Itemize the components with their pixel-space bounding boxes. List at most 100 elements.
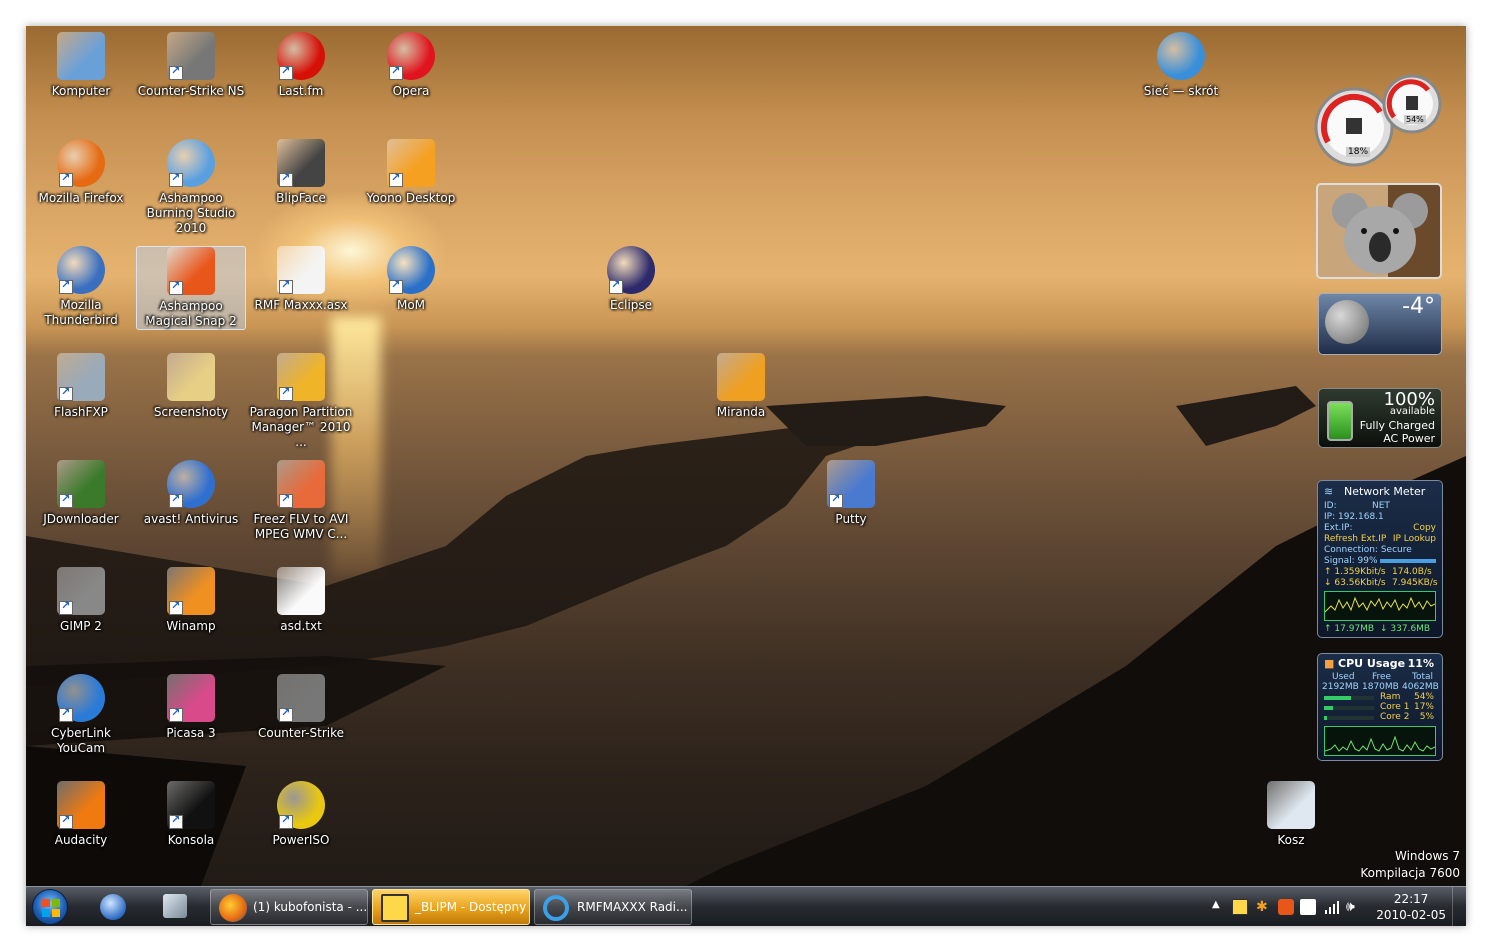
thunderbird-icon — [57, 246, 105, 294]
cpu-meter-gadget[interactable]: 18% 54% — [1314, 72, 1444, 172]
desktop-icon-label: BlipFace — [276, 191, 326, 205]
desktop-icon-blipface[interactable]: BlipFace — [246, 139, 356, 206]
desktop-icon-opera[interactable]: Opera — [356, 32, 466, 99]
task-ie[interactable]: RMFMAXXX Radi... — [534, 889, 692, 925]
core1-bar-fill — [1324, 706, 1333, 710]
shortcut-arrow-icon — [279, 171, 293, 187]
desktop-icon-mozilla-thunderbird[interactable]: Mozilla Thunderbird — [26, 246, 136, 328]
battery-gadget[interactable]: 100% available Fully Charged AC Power — [1318, 388, 1442, 448]
desktop-icon-poweriso[interactable]: PowerISO — [246, 781, 356, 848]
desktop-icon-audacity[interactable]: Audacity — [26, 781, 136, 848]
desktop-icon-label: Audacity — [54, 833, 108, 847]
desktop-icon-freez-flv-to-avi-mpeg-wmv-c[interactable]: Freez FLV to AVI MPEG WMV C... — [246, 460, 356, 542]
cpu-usage-gadget[interactable]: ■ CPU Usage 11% Used Free Total 2192MB 1… — [1317, 653, 1443, 761]
yoono-tray-icon[interactable]: ✱ — [1256, 899, 1272, 915]
network-title: Network Meter — [1344, 485, 1426, 498]
task-firefox[interactable]: (1) kubofonista - ... — [210, 889, 368, 925]
desktop-icon-sie-skr-t[interactable]: Sieć — skrót — [1126, 32, 1236, 99]
pinned-thunderbird[interactable] — [92, 891, 134, 923]
desktop-icon-kosz[interactable]: Kosz — [1236, 781, 1346, 848]
volume-icon[interactable]: 🕪 — [1346, 899, 1362, 915]
show-hidden-icons[interactable]: ▲ — [1212, 899, 1228, 915]
snap-icon — [167, 247, 215, 295]
pinned-flashfxp[interactable] — [154, 891, 196, 923]
task-blipm-label: _BLIPM - Dostępny — [415, 900, 527, 914]
desktop-icon-label: Last.fm — [278, 84, 324, 98]
network-signal: Signal: 99% — [1324, 556, 1378, 566]
recycle-bin-icon — [1267, 781, 1315, 829]
desktop-icon-counter-strike[interactable]: Counter-Strike — [246, 674, 356, 741]
snap-tray-icon[interactable] — [1278, 899, 1294, 915]
desktop-icon-label: Picasa 3 — [166, 726, 216, 740]
desktop-icon-paragon-partition-manager-2010[interactable]: Paragon Partition Manager™ 2010 ... — [246, 353, 356, 450]
computer-icon — [57, 32, 105, 80]
battery-power: AC Power — [1383, 432, 1435, 445]
desktop-icon-label: JDownloader — [43, 512, 119, 526]
flashfxp-icon — [163, 894, 187, 918]
desktop-icon-rmf-maxxx-asx[interactable]: RMF Maxxx.asx — [246, 246, 356, 313]
desktop-icon-gimp-2[interactable]: GIMP 2 — [26, 567, 136, 634]
show-desktop-button[interactable] — [1452, 887, 1466, 926]
blipm-tray-icon[interactable] — [1232, 899, 1248, 915]
desktop-icon-ashampoo-burning-studio-2010[interactable]: Ashampoo Burning Studio 2010 — [136, 139, 246, 236]
desktop-icon-konsola[interactable]: Konsola — [136, 781, 246, 848]
ip-lookup-link[interactable]: IP Lookup — [1393, 534, 1436, 544]
desktop-icon-asd-txt[interactable]: asd.txt — [246, 567, 356, 634]
network-connection: Connection: Secure — [1324, 545, 1412, 555]
desktop-icon-cyberlink-youcam[interactable]: CyberLink YouCam — [26, 674, 136, 756]
desktop-icon-yoono-desktop[interactable]: Yoono Desktop — [356, 139, 466, 206]
network-tray-icon[interactable] — [1324, 899, 1340, 915]
desktop-icon-counter-strike-ns[interactable]: Counter-Strike NS — [136, 32, 246, 99]
network-meter-gadget[interactable]: ≋ Network Meter ID: NET IP: 192.168.1 Ex… — [1317, 480, 1443, 638]
signal-bar — [1380, 559, 1436, 563]
desktop-icon-label: Freez FLV to AVI MPEG WMV C... — [253, 512, 349, 541]
desktop-icon-ashampoo-magical-snap-2[interactable]: Ashampoo Magical Snap 2 — [136, 246, 246, 330]
desktop-icon-label: Opera — [392, 84, 430, 98]
cpu-percent: 11% — [1407, 657, 1434, 670]
ashampoo-burning-icon — [167, 139, 215, 187]
desktop: Komputer Counter-Strike NS Last.fm Opera Sie… — [26, 26, 1466, 926]
free-value: 1870MB — [1362, 682, 1399, 692]
clock[interactable]: 22:17 2010-02-05 — [1376, 891, 1446, 923]
desktop-icon-mom[interactable]: MoM — [356, 246, 466, 313]
copy-link[interactable]: Copy — [1413, 523, 1436, 533]
slideshow-gadget[interactable] — [1316, 183, 1442, 279]
battery-status: Fully Charged — [1359, 419, 1435, 432]
core2-bar-fill — [1324, 716, 1327, 720]
refresh-ext-ip-link[interactable]: Refresh Ext.IP — [1324, 534, 1386, 544]
task-blipm[interactable]: _BLIPM - Dostępny — [372, 889, 530, 925]
desktop-icon-komputer[interactable]: Komputer — [26, 32, 136, 99]
desktop-icon-jdownloader[interactable]: JDownloader — [26, 460, 136, 527]
desktop-icon-last-fm[interactable]: Last.fm — [246, 32, 356, 99]
upload-rate: ↑ 1.359Kbit/s — [1324, 567, 1386, 577]
yoono-icon — [387, 139, 435, 187]
opera-icon — [387, 32, 435, 80]
shortcut-arrow-icon — [59, 278, 73, 294]
ram-bar-fill — [1324, 696, 1351, 700]
network-graph — [1324, 591, 1436, 621]
desktop-icon-putty[interactable]: Putty — [796, 460, 906, 527]
free-label: Free — [1372, 672, 1392, 682]
desktop-icon-eclipse[interactable]: Eclipse — [576, 246, 686, 313]
core2-bar — [1324, 716, 1374, 720]
desktop-icon-miranda[interactable]: Miranda — [686, 353, 796, 420]
desktop-icon-winamp[interactable]: Winamp — [136, 567, 246, 634]
cpu-graph — [1324, 726, 1436, 756]
desktop-icon-mozilla-firefox[interactable]: Mozilla Firefox — [26, 139, 136, 206]
weather-gadget[interactable]: -4° — [1318, 293, 1442, 355]
desktop-icon-label: Counter-Strike NS — [137, 84, 245, 98]
total-value: 4062MB — [1402, 682, 1439, 692]
start-button[interactable] — [32, 889, 68, 925]
clipboard-tray-icon[interactable] — [1300, 899, 1316, 915]
desktop-icon-label: Sieć — skrót — [1143, 84, 1219, 98]
shortcut-arrow-icon — [59, 813, 73, 829]
desktop-icon-screenshoty[interactable]: Screenshoty — [136, 353, 246, 420]
desktop-icon-label: Ashampoo Magical Snap 2 — [145, 299, 237, 328]
core1-bar — [1324, 706, 1374, 710]
counter-strike-icon — [277, 674, 325, 722]
desktop-icon-avast-antivirus[interactable]: avast! Antivirus — [136, 460, 246, 527]
desktop-icon-flashfxp[interactable]: FlashFXP — [26, 353, 136, 420]
core2-percent: 5% — [1419, 712, 1434, 722]
desktop-icon-label: Counter-Strike — [257, 726, 344, 740]
desktop-icon-picasa-3[interactable]: Picasa 3 — [136, 674, 246, 741]
